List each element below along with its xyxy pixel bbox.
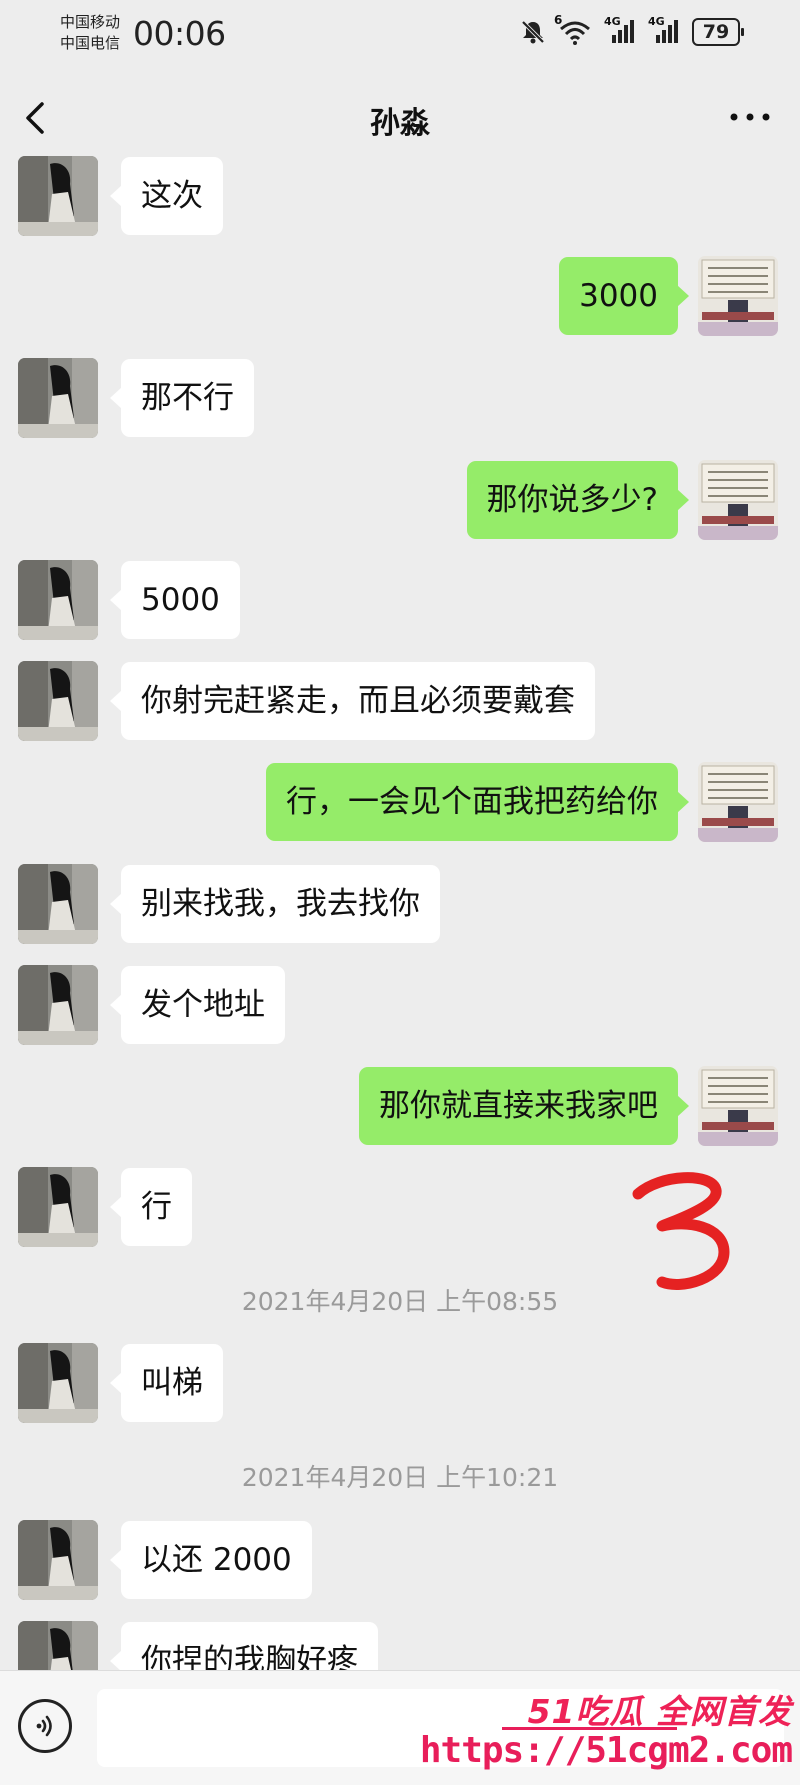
contact-avatar[interactable]: [18, 1343, 98, 1423]
contact-avatar[interactable]: [18, 358, 98, 438]
message-bubble[interactable]: 叫梯: [110, 1344, 223, 1422]
outgoing-message: 行，一会见个面我把药给你: [0, 762, 800, 842]
message-bubble[interactable]: 行: [110, 1168, 192, 1246]
my-avatar[interactable]: [698, 1066, 778, 1146]
signal-4g-icon: 4G: [648, 15, 680, 45]
message-bubble[interactable]: 那你就直接来我家吧: [359, 1067, 689, 1145]
contact-avatar[interactable]: [18, 560, 98, 640]
outgoing-message: 那你就直接来我家吧: [0, 1066, 800, 1146]
contact-avatar[interactable]: [18, 1520, 98, 1600]
incoming-message: 叫梯: [0, 1343, 800, 1423]
message-bubble[interactable]: 5000: [110, 561, 240, 639]
contact-avatar[interactable]: [18, 661, 98, 741]
wifi-label: 6: [554, 13, 563, 27]
mute-icon: [521, 20, 545, 44]
incoming-message: 5000: [0, 560, 800, 640]
voice-icon: [36, 1715, 52, 1737]
carrier-1: 中国移动: [60, 13, 121, 31]
watermark-url: https://51cgm2.com: [419, 1730, 793, 1771]
message-bubble[interactable]: 那不行: [110, 359, 254, 437]
message-bubble[interactable]: 那你说多少?: [466, 461, 690, 539]
message-bubble[interactable]: 3000: [559, 257, 689, 335]
signal-4g-icon: 4G: [604, 15, 636, 45]
my-avatar[interactable]: [698, 460, 778, 540]
chat-area[interactable]: 这次 3000 那不行那你说多少? 5000 你射完赶紧走，而且必须要戴套行，一会见个面…: [0, 150, 800, 1670]
outgoing-message: 3000: [0, 256, 800, 336]
voice-button[interactable]: [18, 1699, 72, 1753]
contact-avatar[interactable]: [18, 1621, 98, 1670]
message-bubble[interactable]: 别来找我，我去找你: [110, 865, 440, 943]
carrier-info: 中国移动 中国电信: [60, 12, 120, 54]
red-scribble-mark: [632, 1172, 730, 1290]
chat-timestamp: 2021年4月20日 上午10:21: [241, 1463, 559, 1492]
message-bubble[interactable]: 以还 2000: [110, 1521, 312, 1599]
status-bar: 中国移动 中国电信 00:06 6 4G 4G 79: [0, 0, 800, 72]
status-time: 00:06: [133, 14, 226, 53]
contact-avatar[interactable]: [18, 864, 98, 944]
incoming-message: 以还 2000: [0, 1520, 800, 1600]
message-bubble[interactable]: 这次: [110, 157, 223, 235]
message-bubble[interactable]: 行，一会见个面我把药给你: [266, 763, 689, 841]
incoming-message: 你射完赶紧走，而且必须要戴套: [0, 661, 800, 741]
incoming-message: 那不行: [0, 358, 800, 438]
message-bubble[interactable]: 你射完赶紧走，而且必须要戴套: [110, 662, 595, 740]
more-dots-icon: [730, 113, 770, 121]
message-bubble[interactable]: 发个地址: [110, 966, 285, 1044]
message-bubble[interactable]: 你捏的我胸好疼: [110, 1622, 378, 1670]
incoming-message: 你捏的我胸好疼: [0, 1621, 800, 1670]
contact-avatar[interactable]: [18, 965, 98, 1045]
more-button[interactable]: [724, 102, 776, 132]
incoming-message: 发个地址: [0, 965, 800, 1045]
contact-avatar[interactable]: [18, 1167, 98, 1247]
battery-indicator: 79: [692, 18, 744, 46]
status-icons: 6 4G 4G 79: [520, 13, 744, 46]
chat-title: 孙淼: [370, 106, 430, 141]
contact-avatar[interactable]: [18, 156, 98, 236]
my-avatar[interactable]: [698, 762, 778, 842]
my-avatar[interactable]: [698, 256, 778, 336]
outgoing-message: 那你说多少?: [0, 460, 800, 540]
carrier-2: 中国电信: [60, 34, 121, 52]
watermark-brand: 51吃瓜 全网首发: [527, 1692, 792, 1731]
incoming-message: 这次: [0, 156, 800, 236]
wifi-icon: 6: [554, 13, 592, 45]
incoming-message: 别来找我，我去找你: [0, 864, 800, 944]
